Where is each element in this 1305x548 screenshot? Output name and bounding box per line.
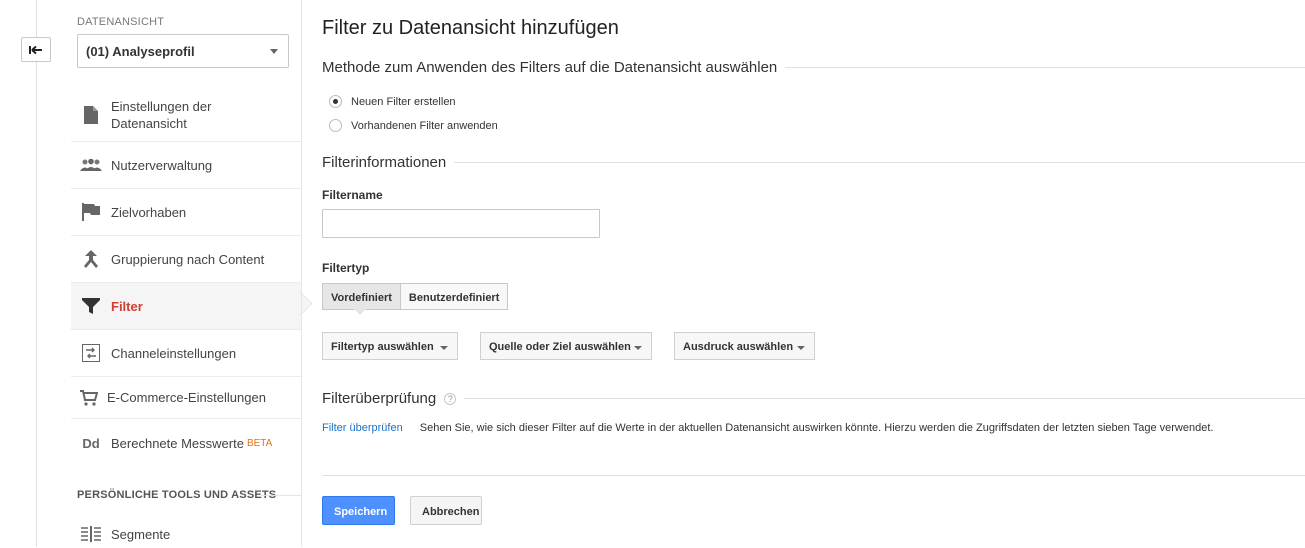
sidebar: DATENANSICHT (01) Analyseprofil Einstell… <box>71 0 301 547</box>
bottom-divider <box>322 475 1305 476</box>
sidebar-item-channel-settings[interactable]: Channeleinstellungen <box>71 330 301 377</box>
view-select[interactable]: (01) Analyseprofil <box>77 34 289 68</box>
save-button[interactable]: Speichern <box>322 496 395 525</box>
sidebar-item-calculated-metrics[interactable]: Dd Berechnete Messwerte BETA <box>71 419 301 467</box>
filtertyp-dropdown[interactable]: Filtertyp auswählen <box>322 332 458 360</box>
segments-icon <box>71 526 111 542</box>
tab-custom[interactable]: Benutzerdefiniert <box>399 283 509 310</box>
sidebar-item-segments[interactable]: Segmente <box>71 520 301 548</box>
verify-section-header: Filterüberprüfung ? <box>322 390 1305 407</box>
sidebar-item-label: Zielvorhaben <box>111 204 187 220</box>
method-section-title: Methode zum Anwenden des Filters auf die… <box>322 59 778 76</box>
sidebar-item-ecommerce[interactable]: E-Commerce-Einstellungen <box>71 377 301 419</box>
radio-existing-filter[interactable]: Vorhandenen Filter anwenden <box>329 119 498 132</box>
active-tab-pointer <box>353 308 367 315</box>
method-section-header: Methode zum Anwenden des Filters auf die… <box>322 59 1305 76</box>
filtertyp-label: Filtertyp <box>322 261 370 275</box>
verify-filter-link[interactable]: Filter überprüfen <box>322 422 403 434</box>
verify-row: Filter überprüfen Sehen Sie, wie sich di… <box>322 422 1213 434</box>
source-dropdown[interactable]: Quelle oder Ziel auswählen <box>480 332 652 360</box>
section-divider <box>785 67 1305 68</box>
filtername-label: Filtername <box>322 188 383 202</box>
tools-divider <box>261 495 301 496</box>
sidebar-item-label: Einstellungen der Datenansicht <box>111 98 212 131</box>
radio-existing-filter-label: Vorhandenen Filter anwenden <box>351 119 498 132</box>
filtertyp-dropdown-label: Filtertyp auswählen <box>331 341 434 353</box>
filter-icon <box>71 298 111 314</box>
left-rail <box>36 0 37 547</box>
sidebar-item-label: Segmente <box>111 526 171 542</box>
section-divider <box>464 398 1305 399</box>
section-divider <box>454 162 1305 163</box>
chevron-down-icon <box>797 346 805 350</box>
cart-icon <box>71 389 107 406</box>
tools-header: PERSÖNLICHE TOOLS UND ASSETS <box>77 489 277 501</box>
channel-icon <box>71 344 111 362</box>
merge-icon <box>71 250 111 268</box>
view-label: DATENANSICHT <box>77 16 165 28</box>
back-arrow-icon <box>29 45 42 54</box>
radio-button[interactable] <box>329 119 342 132</box>
sidebar-item-filter[interactable]: Filter <box>71 283 301 330</box>
sidebar-item-label: Channeleinstellungen <box>111 345 237 361</box>
radio-new-filter[interactable]: Neuen Filter erstellen <box>329 95 456 108</box>
source-dropdown-label: Quelle oder Ziel auswählen <box>489 341 631 353</box>
view-select-value: (01) Analyseprofil <box>86 44 195 59</box>
chevron-down-icon <box>270 49 278 54</box>
dd-icon: Dd <box>82 435 100 451</box>
verify-section-title: Filterüberprüfung <box>322 390 437 407</box>
filtername-input[interactable] <box>322 209 600 238</box>
sidebar-nav: Einstellungen der Datenansicht Nutzerver… <box>71 88 301 467</box>
expression-dropdown[interactable]: Ausdruck auswählen <box>674 332 815 360</box>
info-section-title: Filterinformationen <box>322 154 447 171</box>
sidebar-item-content-grouping[interactable]: Gruppierung nach Content <box>71 236 301 283</box>
back-button[interactable] <box>21 37 51 62</box>
filtertyp-segmented-control: Vordefiniert Benutzerdefiniert <box>322 283 509 310</box>
chevron-down-icon <box>440 346 448 350</box>
people-icon <box>71 159 111 171</box>
sidebar-item-label: Gruppierung nach Content <box>111 251 265 267</box>
sidebar-item-label: Nutzerverwaltung <box>111 157 213 173</box>
radio-new-filter-label: Neuen Filter erstellen <box>351 95 456 108</box>
cancel-button[interactable]: Abbrechen <box>410 496 482 525</box>
beta-badge: BETA <box>246 437 273 449</box>
info-section-header: Filterinformationen <box>322 154 1305 171</box>
chevron-down-icon <box>634 346 642 350</box>
radio-button-selected[interactable] <box>329 95 342 108</box>
sidebar-item-goals[interactable]: Zielvorhaben <box>71 189 301 236</box>
help-icon[interactable]: ? <box>444 392 457 405</box>
expression-dropdown-label: Ausdruck auswählen <box>683 341 794 353</box>
flag-icon <box>71 203 111 221</box>
verify-description: Sehen Sie, wie sich dieser Filter auf di… <box>419 422 1214 434</box>
sidebar-item-label: Filter <box>111 298 143 314</box>
sidebar-item-view-settings[interactable]: Einstellungen der Datenansicht <box>71 88 301 142</box>
document-icon <box>71 105 111 124</box>
sidebar-item-label: E-Commerce-Einstellungen <box>107 390 266 405</box>
main-content: Filter zu Datenansicht hinzufügen Method… <box>322 0 1305 547</box>
sidebar-item-user-management[interactable]: Nutzerverwaltung <box>71 142 301 189</box>
tab-predefined[interactable]: Vordefiniert <box>322 283 400 310</box>
sidebar-divider <box>301 0 302 547</box>
page-title: Filter zu Datenansicht hinzufügen <box>322 17 619 39</box>
sidebar-item-label: Berechnete Messwerte <box>111 435 244 451</box>
